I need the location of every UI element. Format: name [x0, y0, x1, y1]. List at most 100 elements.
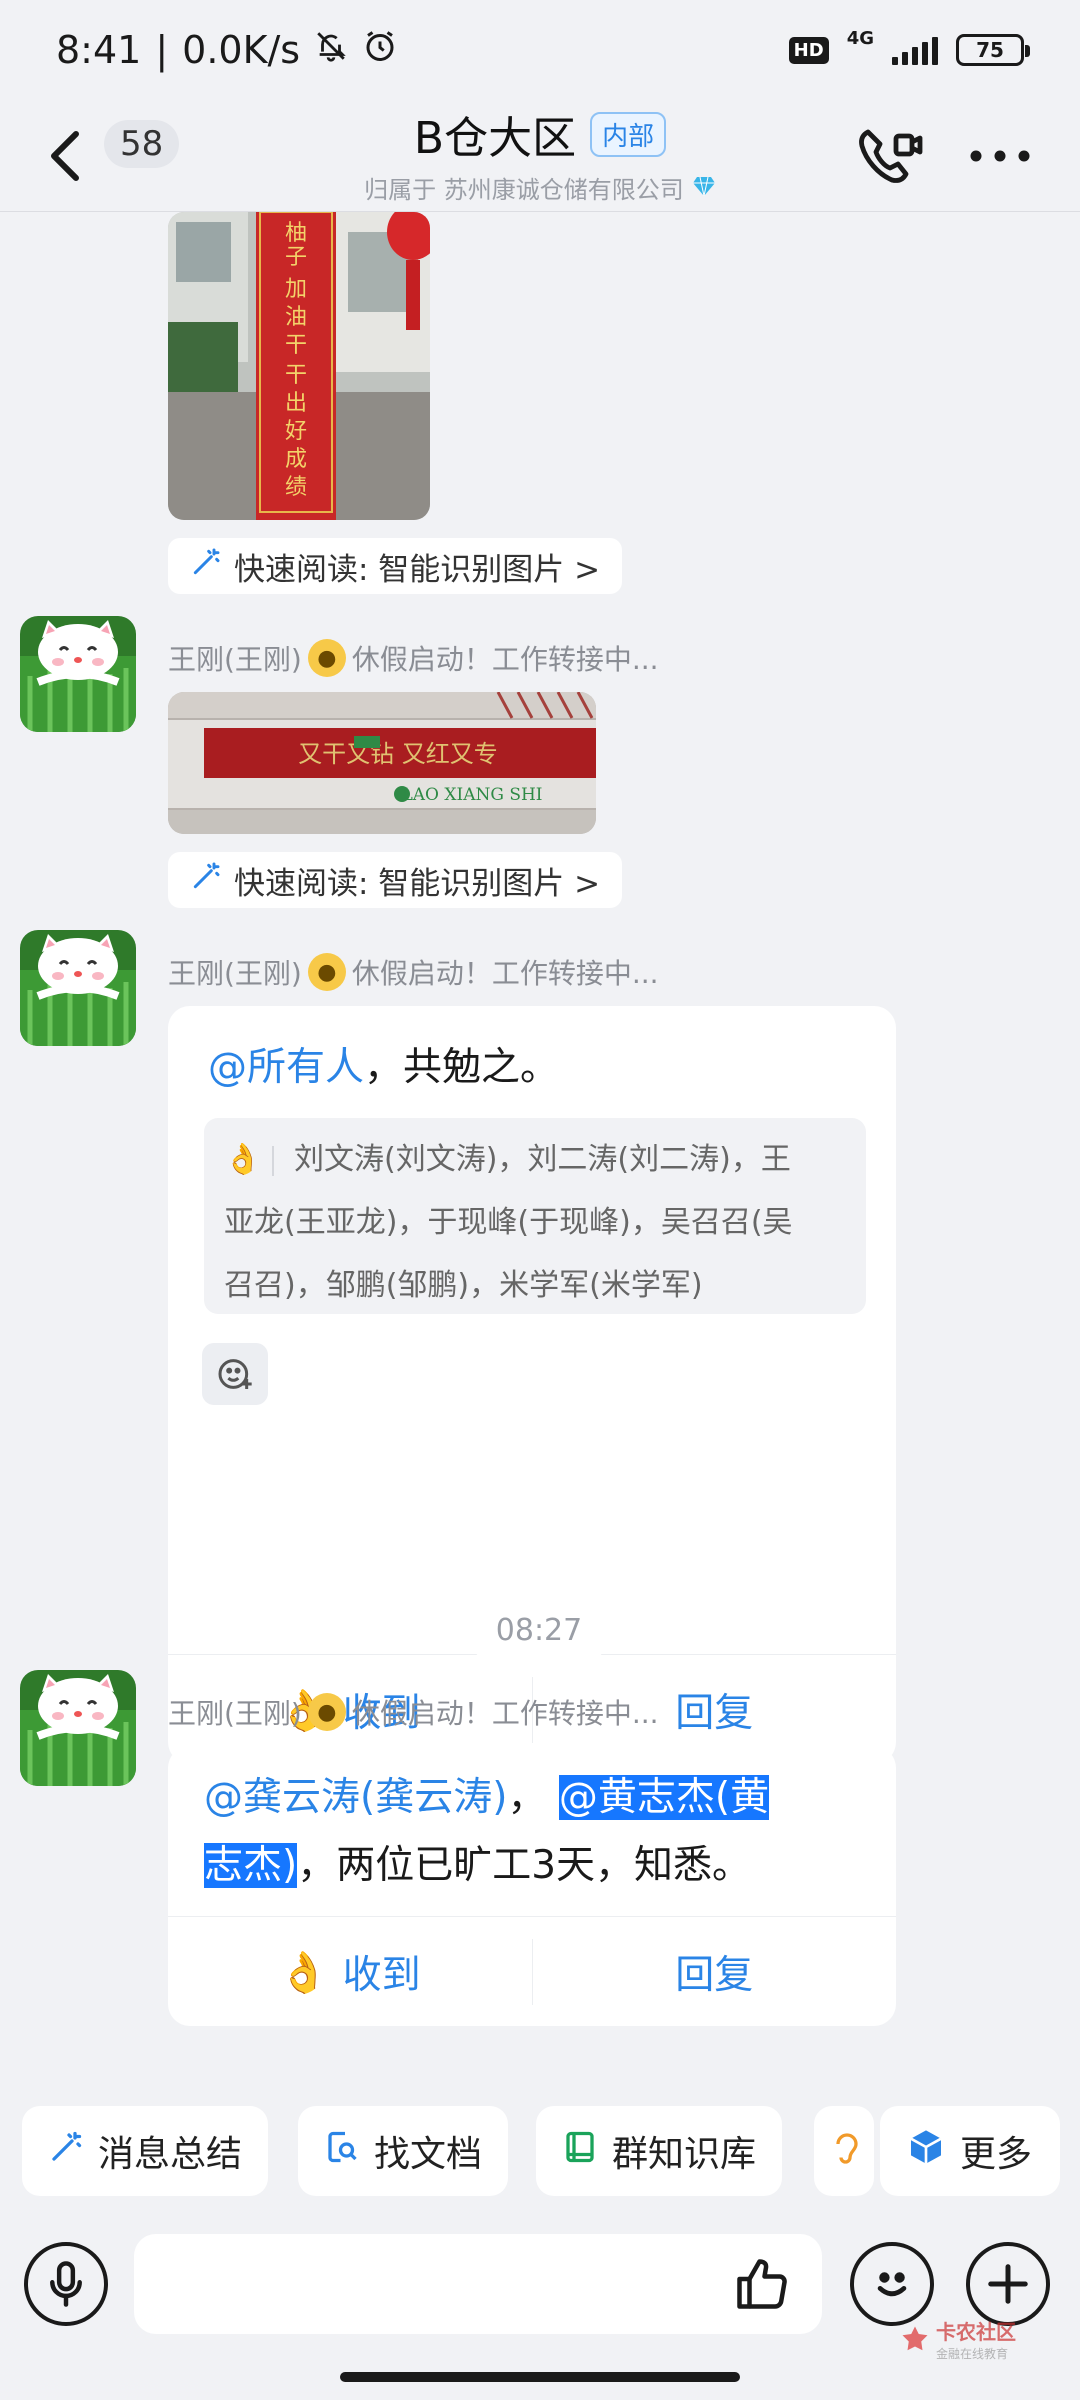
status-bar: 8:41 | 0.0K/s HD 4G 75 — [0, 0, 1080, 100]
svg-text:好: 好 — [285, 419, 307, 444]
image-message[interactable]: 柚 子 加 油 干 干 出 好 成 绩 — [168, 212, 430, 520]
avatar[interactable] — [20, 1670, 136, 1786]
sender-line: 王刚(王刚) ● 休假启动！工作转接中... — [168, 638, 659, 678]
avatar[interactable] — [20, 930, 136, 1046]
svg-text:成: 成 — [285, 447, 307, 472]
home-indicator[interactable] — [340, 2372, 740, 2382]
group-title: B仓大区 — [413, 113, 577, 164]
plus-icon — [988, 2264, 1028, 2304]
message-bubble[interactable]: @龚云涛(龚云涛)， @黄志杰(黄志杰)，两位已旷工3天，知悉。 👌 收到 回复 — [168, 1746, 896, 2026]
status-net-speed: 0.0K/s — [182, 28, 301, 72]
svg-text:干: 干 — [285, 363, 307, 388]
quick-read-label: 快速阅读: 智能识别图片 > — [234, 865, 601, 902]
read-receipt-list[interactable]: 👌 刘文涛(刘文涛)，刘二涛(刘二涛)，王 亚龙(王亚龙)，于现峰(于现峰)，吴召… — [204, 1118, 866, 1314]
quick-read-button[interactable]: 快速阅读: 智能识别图片 > — [168, 538, 623, 594]
shortcut-more[interactable]: 更多 — [880, 2106, 1060, 2196]
hd-badge: HD — [788, 36, 829, 64]
internal-tag: 内部 — [590, 111, 667, 157]
shortcut-bar[interactable]: 消息总结 找文档 群知识库 更多 — [0, 2106, 1080, 2198]
receipt-line: 刘文涛(刘文涛)，刘二涛(刘二涛)，王 — [294, 1142, 791, 1177]
status-divider: | — [155, 28, 169, 72]
thumbs-up-button[interactable] — [730, 2252, 794, 2316]
ear-icon — [832, 2129, 862, 2174]
sender-status: 休假启动！工作转接中... — [351, 643, 659, 676]
message-body: ， — [507, 1775, 547, 1820]
battery-icon: 75 — [956, 34, 1030, 66]
chat-message-list[interactable]: 柚 子 加 油 干 干 出 好 成 绩 快速阅读: 智能识别图片 > 王刚(王刚… — [0, 212, 1080, 2072]
alarm-icon — [362, 28, 398, 73]
mention-user-highlighted[interactable]: @黄志杰(黄 — [558, 1775, 770, 1820]
message-actions: 👌 收到 回复 — [168, 1917, 896, 2027]
svg-text:油: 油 — [285, 305, 307, 330]
thinking-emoji-icon: ● — [307, 1693, 346, 1731]
svg-text:柚: 柚 — [285, 221, 307, 246]
message-text: @龚云涛(龚云涛)， @黄志杰(黄志杰)，两位已旷工3天，知悉。 — [204, 1764, 864, 1900]
acknowledge-button[interactable]: 👌 收到 — [168, 1917, 532, 2027]
photo-slogan-image: 又干又钻 又红又专 LAO XIANG SHI — [168, 692, 596, 834]
magic-wand-icon — [190, 546, 222, 586]
message-body: ，共勉之。 — [364, 1045, 560, 1090]
add-reaction-button[interactable] — [202, 1343, 268, 1405]
mention-all[interactable]: @所有人 — [208, 1045, 364, 1090]
book-icon — [562, 2129, 598, 2174]
more-dots-icon — [970, 150, 1030, 162]
mention-user-highlighted[interactable]: 志杰) — [204, 1843, 298, 1888]
reply-button[interactable]: 回复 — [533, 1917, 897, 2027]
add-attachment-button[interactable] — [966, 2242, 1050, 2326]
battery-level: 75 — [976, 38, 1004, 62]
sender-name: 王刚(王刚) — [168, 957, 302, 990]
time-divider: 08:27 — [474, 1600, 604, 1660]
sender-line: 王刚(王刚) ● 休假启动！工作转接中... — [168, 952, 659, 992]
network-type: 4G — [846, 27, 874, 49]
message-body: ，两位已旷工3天，知悉。 — [297, 1843, 752, 1888]
slogan-text: 又干又钻 又红又专 — [298, 740, 498, 768]
magic-wand-icon — [190, 860, 222, 900]
status-time: 8:41 — [56, 28, 142, 72]
ok-hand-icon: 👌 — [278, 1949, 329, 1996]
watermark-sub: 金融在线教育 — [936, 2347, 1009, 2361]
shortcut-label: 找文档 — [374, 2134, 483, 2175]
microphone-icon — [50, 2261, 82, 2307]
shortcut-label: 更多 — [960, 2134, 1033, 2175]
cube-icon — [906, 2127, 946, 2176]
emoji-button[interactable] — [850, 2242, 934, 2326]
signal-icon — [892, 35, 938, 65]
image-message[interactable]: 又干又钻 又红又专 LAO XIANG SHI — [168, 692, 596, 834]
message-text: @所有人，共勉之。 — [208, 1034, 559, 1102]
reply-label: 回复 — [675, 1691, 754, 1736]
sender-status: 休假启动！工作转接中... — [351, 1697, 659, 1730]
voice-button[interactable] — [24, 2242, 108, 2326]
smiley-icon — [877, 2272, 907, 2297]
thumbs-up-icon — [737, 2259, 787, 2309]
phone-video-icon — [859, 129, 923, 183]
svg-text:子: 子 — [285, 245, 307, 270]
divider — [272, 1145, 274, 1176]
chat-header: 58 B仓大区 内部 归属于 苏州康诚仓储有限公司 — [0, 100, 1080, 212]
group-subtitle: 归属于 苏州康诚仓储有限公司 — [364, 176, 684, 204]
sender-line: 王刚(王刚) ● 休假启动！工作转接中... — [168, 1692, 659, 1732]
svg-text:出: 出 — [285, 391, 307, 416]
shortcut-message-summary[interactable]: 消息总结 — [22, 2106, 269, 2196]
sender-name: 王刚(王刚) — [168, 643, 302, 676]
message-input[interactable] — [134, 2234, 822, 2334]
reply-label: 回复 — [675, 1953, 754, 1998]
avatar[interactable] — [20, 616, 136, 732]
watermark-logo: 卡农社区 金融在线教育 — [900, 2316, 1016, 2362]
mention-user[interactable]: @龚云涛(龚云涛) — [204, 1775, 507, 1820]
quick-read-label: 快速阅读: 智能识别图片 > — [234, 551, 601, 588]
thinking-emoji-icon: ● — [307, 953, 346, 991]
shortcut-knowledge-base[interactable]: 群知识库 — [536, 2106, 783, 2196]
quick-read-button[interactable]: 快速阅读: 智能识别图片 > — [168, 852, 623, 908]
video-call-button[interactable] — [850, 114, 930, 198]
brand-text: LAO XIANG SHI — [401, 785, 542, 805]
shortcut-partial[interactable] — [814, 2106, 874, 2196]
diamond-icon — [692, 175, 716, 201]
svg-text:绩: 绩 — [285, 475, 307, 500]
shortcut-find-document[interactable]: 找文档 — [298, 2106, 509, 2196]
shortcut-label: 消息总结 — [98, 2134, 243, 2175]
acknowledge-label: 收到 — [342, 1953, 421, 1998]
more-options-button[interactable] — [960, 114, 1040, 198]
svg-text:加: 加 — [285, 277, 307, 302]
sender-status: 休假启动！工作转接中... — [351, 957, 659, 990]
receipt-line: 召召)，邹鹏(邹鹏)，米学军(米学军) — [224, 1268, 703, 1303]
